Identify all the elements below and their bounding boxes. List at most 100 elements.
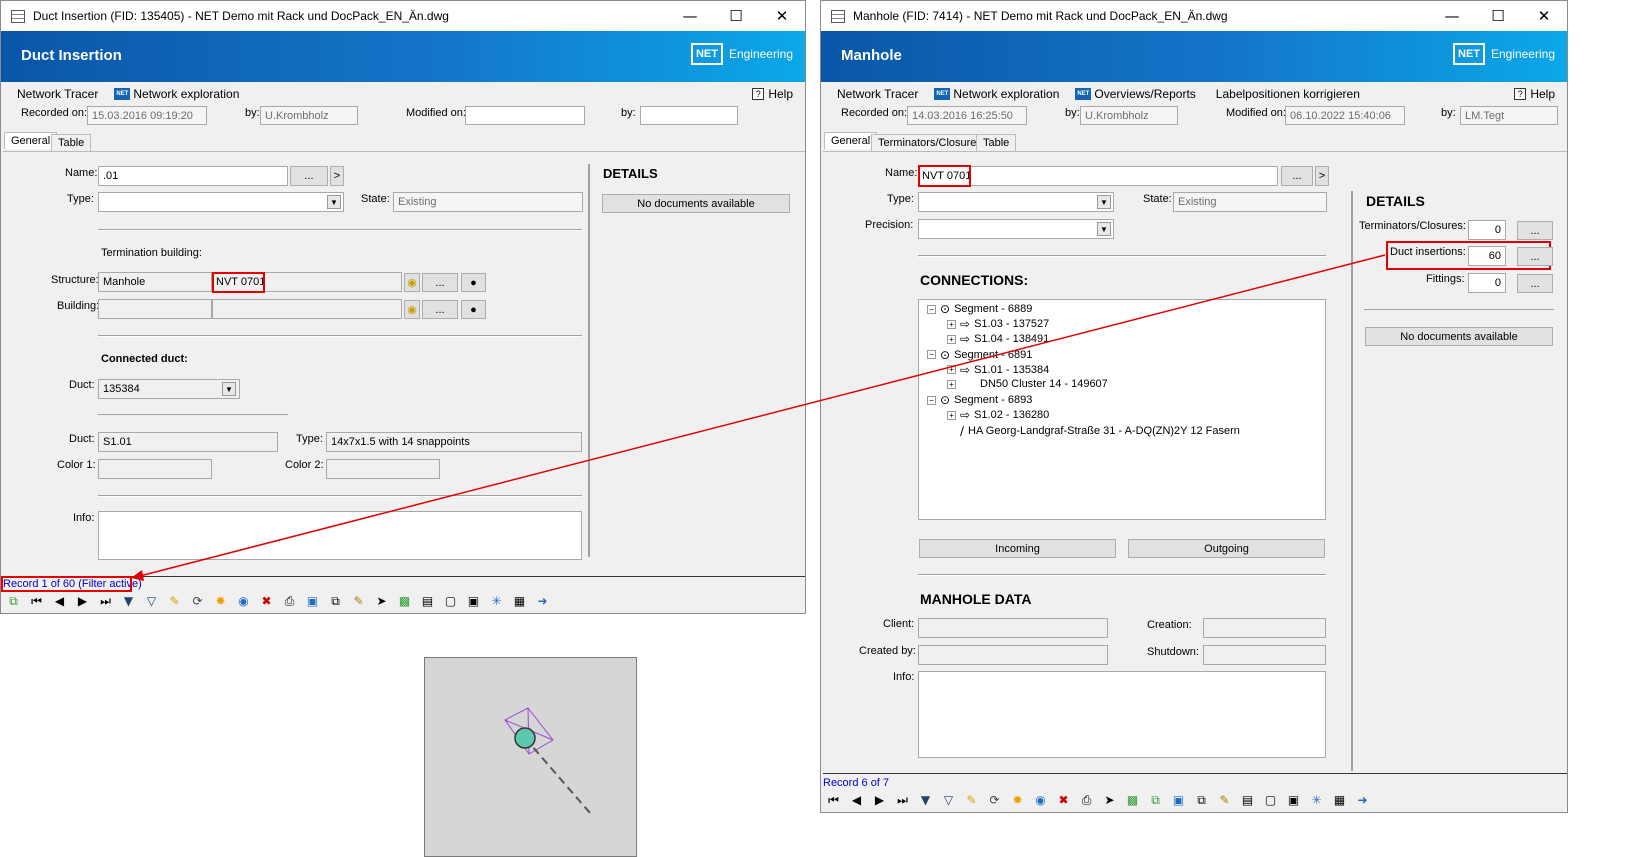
close-button[interactable]: ✕ bbox=[1521, 1, 1567, 31]
document-icon[interactable]: ▢ bbox=[1262, 793, 1279, 807]
remove-filter-icon[interactable]: ▽ bbox=[940, 793, 957, 807]
duct-insertions-browse-button[interactable]: ... bbox=[1517, 247, 1553, 266]
chevron-down-icon[interactable]: ▼ bbox=[327, 195, 341, 209]
name-browse-button[interactable]: ... bbox=[1281, 166, 1313, 186]
expand-icon[interactable]: − bbox=[927, 304, 936, 314]
print-icon[interactable]: ⎙ bbox=[281, 594, 298, 609]
new-record-icon[interactable]: ✎ bbox=[1216, 793, 1233, 807]
print-icon[interactable]: ⎙ bbox=[1078, 793, 1095, 808]
duct-select[interactable]: 135384 bbox=[98, 379, 240, 399]
add-filter-icon[interactable]: ▼ bbox=[120, 594, 137, 608]
record-counter[interactable]: Record 6 of 7 bbox=[823, 777, 889, 789]
delete-icon[interactable]: ✖ bbox=[258, 594, 275, 608]
type-select[interactable] bbox=[918, 192, 1114, 212]
highlight-icon[interactable]: ✹ bbox=[212, 594, 229, 608]
expand-icon[interactable]: − bbox=[927, 395, 936, 405]
chevron-down-icon[interactable]: ▼ bbox=[1097, 195, 1111, 209]
maximize-button[interactable]: ☐ bbox=[713, 1, 759, 31]
incoming-button[interactable]: Incoming bbox=[919, 539, 1116, 558]
tree-node[interactable]: + DN50 Cluster 14 - 149607 bbox=[947, 378, 1108, 390]
copy-icon[interactable]: ⧉ bbox=[1147, 793, 1164, 808]
tree-node[interactable]: + ⇨ S1.04 - 138491 bbox=[947, 332, 1049, 346]
expand-icon[interactable]: + bbox=[947, 379, 956, 389]
building-browse-button[interactable]: ... bbox=[422, 300, 458, 319]
expand-icon[interactable]: + bbox=[947, 410, 956, 420]
highlight-icon[interactable]: ✹ bbox=[1009, 793, 1026, 807]
last-record-icon[interactable]: ⏭ bbox=[97, 594, 114, 609]
menu-help[interactable]: ? Help bbox=[1514, 87, 1555, 101]
green-box-icon[interactable]: ▩ bbox=[1124, 793, 1141, 807]
tab-table[interactable]: Table bbox=[51, 134, 92, 151]
expand-icon[interactable]: + bbox=[947, 334, 956, 344]
menu-network-tracer[interactable]: Network Tracer bbox=[837, 87, 918, 101]
network-icon[interactable]: ✳ bbox=[1308, 793, 1325, 807]
add-image-icon[interactable]: ▣ bbox=[1285, 793, 1302, 807]
map-preview[interactable] bbox=[424, 657, 637, 857]
lightbulb-icon[interactable]: ◉ bbox=[404, 300, 420, 319]
expand-icon[interactable]: − bbox=[927, 350, 936, 360]
document-icon[interactable]: ▢ bbox=[442, 594, 459, 608]
tree-node[interactable]: + ⇨ S1.01 - 135384 bbox=[947, 363, 1049, 377]
duplicate-icon[interactable]: ⧉ bbox=[1193, 793, 1210, 808]
tree-node[interactable]: + ⇨ S1.02 - 136280 bbox=[947, 408, 1049, 422]
name-field[interactable]: .01 bbox=[98, 166, 288, 186]
name-browse-button[interactable]: ... bbox=[290, 166, 328, 186]
locate-icon[interactable]: ● bbox=[461, 273, 486, 292]
expand-icon[interactable]: + bbox=[947, 319, 956, 329]
tree-node[interactable]: +∕HA Georg-Landgraf-Straße 31 - A-DQ(ZN)… bbox=[947, 424, 1240, 438]
locate-icon[interactable]: ● bbox=[461, 300, 486, 319]
globe-icon[interactable]: ◉ bbox=[1032, 793, 1049, 807]
select-icon[interactable]: ▣ bbox=[304, 594, 321, 608]
name-next-button[interactable]: > bbox=[330, 166, 344, 186]
add-image-icon[interactable]: ▣ bbox=[465, 594, 482, 608]
duplicate-icon[interactable]: ⧉ bbox=[327, 594, 344, 609]
name-next-button[interactable]: > bbox=[1315, 166, 1329, 186]
minimize-button[interactable]: — bbox=[667, 1, 713, 31]
tab-general[interactable]: General bbox=[824, 132, 878, 149]
refresh-icon[interactable]: ⟳ bbox=[189, 594, 206, 608]
minimize-button[interactable]: — bbox=[1429, 1, 1475, 31]
info-textarea[interactable] bbox=[918, 671, 1326, 758]
menu-overviews-reports[interactable]: NET Overviews/Reports bbox=[1075, 87, 1196, 101]
green-box-icon[interactable]: ▩ bbox=[396, 594, 413, 608]
report-icon[interactable]: ▤ bbox=[1239, 793, 1256, 807]
menu-help[interactable]: ? Help bbox=[752, 87, 793, 101]
remove-filter-icon[interactable]: ▽ bbox=[143, 594, 160, 608]
no-documents-button[interactable]: No documents available bbox=[602, 194, 790, 213]
report-icon[interactable]: ▤ bbox=[419, 594, 436, 608]
next-record-icon[interactable]: ▶ bbox=[871, 793, 888, 807]
pointer-icon[interactable]: ➤ bbox=[1101, 793, 1118, 807]
tree-node[interactable]: − ⊙ Segment - 6891 bbox=[927, 348, 1032, 362]
no-documents-button[interactable]: No documents available bbox=[1365, 327, 1553, 346]
pointer-icon[interactable]: ➤ bbox=[373, 594, 390, 608]
terminators-browse-button[interactable]: ... bbox=[1517, 221, 1553, 240]
edit-icon[interactable]: ✎ bbox=[963, 793, 980, 807]
type-select[interactable] bbox=[98, 192, 344, 212]
menu-network-exploration[interactable]: NET Network exploration bbox=[114, 87, 239, 101]
chevron-down-icon[interactable]: ▼ bbox=[1097, 222, 1111, 236]
export-icon[interactable]: ➜ bbox=[534, 594, 551, 608]
tree-node[interactable]: − ⊙ Segment - 6893 bbox=[927, 393, 1032, 407]
table-icon[interactable]: ▦ bbox=[1331, 793, 1348, 807]
close-button[interactable]: ✕ bbox=[759, 1, 805, 31]
expand-icon[interactable]: + bbox=[947, 365, 956, 375]
first-record-icon[interactable]: ⏮ bbox=[28, 594, 45, 609]
export-icon[interactable]: ➜ bbox=[1354, 793, 1371, 807]
tab-table[interactable]: Table bbox=[976, 134, 1017, 151]
delete-icon[interactable]: ✖ bbox=[1055, 793, 1072, 807]
previous-record-icon[interactable]: ◀ bbox=[848, 793, 865, 807]
name-field[interactable] bbox=[918, 166, 1278, 186]
network-icon[interactable]: ✳ bbox=[488, 594, 505, 608]
tab-general[interactable]: General bbox=[4, 132, 58, 149]
select-icon[interactable]: ▣ bbox=[1170, 793, 1187, 807]
tab-terminators-closures[interactable]: Terminators/Closures bbox=[871, 134, 989, 151]
first-record-icon[interactable]: ⏮ bbox=[825, 793, 842, 808]
new-record-icon[interactable]: ✎ bbox=[350, 594, 367, 608]
maximize-button[interactable]: ☐ bbox=[1475, 1, 1521, 31]
menu-network-exploration[interactable]: NET Network exploration bbox=[934, 87, 1059, 101]
menu-label-positions[interactable]: Labelpositionen korrigieren bbox=[1216, 87, 1360, 101]
connections-tree[interactable]: − ⊙ Segment - 6889 + ⇨ S1.03 - 137527 + ⇨ S1.04 … bbox=[918, 299, 1326, 520]
fittings-browse-button[interactable]: ... bbox=[1517, 274, 1553, 293]
next-record-icon[interactable]: ▶ bbox=[74, 594, 91, 608]
copy-icon[interactable]: ⧉ bbox=[5, 594, 22, 609]
